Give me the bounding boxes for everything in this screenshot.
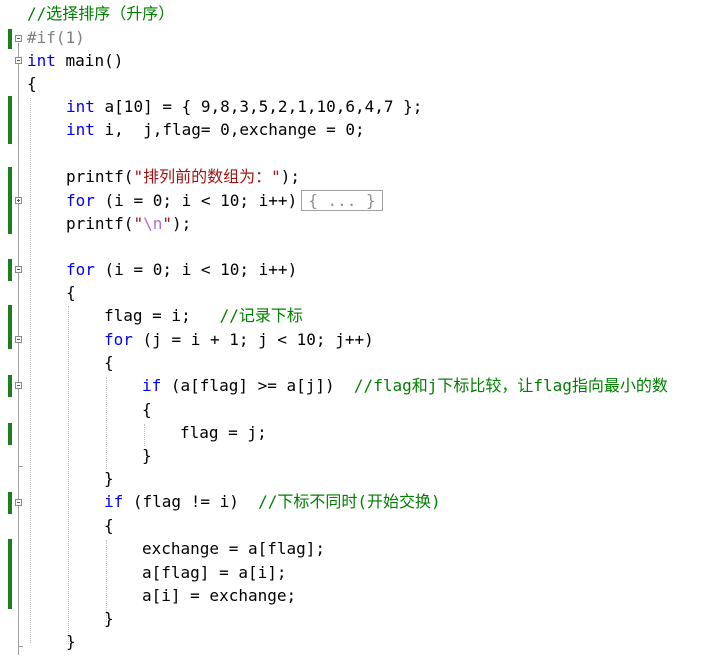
change-marker — [8, 305, 12, 349]
fold-toggle-if-compare[interactable] — [15, 382, 22, 389]
code-token: (flag != i) — [123, 492, 259, 511]
code-token: (i = 0; i < 10; i++) — [94, 191, 298, 210]
code-token: main() — [55, 51, 124, 70]
code-token: \n — [143, 214, 163, 233]
code-token: } — [66, 632, 76, 651]
change-marker — [8, 96, 12, 144]
change-marker — [8, 539, 12, 609]
code-line[interactable]: { — [27, 74, 37, 94]
code-line[interactable]: if (flag != i) //下标不同时(开始交换) — [104, 492, 441, 512]
fold-toggle-outer-for[interactable] — [15, 266, 22, 273]
code-token: ); — [280, 167, 300, 186]
fold-toggle-main[interactable] — [15, 57, 22, 64]
code-line[interactable]: if (a[flag] >= a[j]) //flag和j下标比较，让flag指… — [142, 376, 668, 396]
code-token: exchange = a[flag]; — [142, 539, 326, 558]
fold-toggle-if-swap[interactable] — [15, 499, 22, 506]
code-token: a[i] = exchange; — [142, 586, 297, 605]
code-line[interactable]: for (i = 0; i < 10; i++) — [66, 260, 297, 280]
code-token: //选择排序（升序） — [27, 4, 175, 23]
code-token: if — [142, 376, 162, 395]
code-line[interactable]: for (i = 0; i < 10; i++){ ... } — [66, 190, 383, 211]
code-token: } — [104, 469, 114, 488]
code-token: (i = 0; i < 10; i++) — [94, 260, 298, 279]
code-line[interactable]: { — [104, 516, 114, 536]
code-line[interactable]: #if(1) — [27, 28, 85, 48]
code-line[interactable]: int i, j,flag= 0,exchange = 0; — [66, 120, 365, 140]
expand-toggle-for[interactable] — [15, 197, 22, 204]
change-marker — [8, 29, 12, 49]
code-token: //记录下标 — [219, 306, 303, 325]
code-token: for — [66, 191, 95, 210]
change-marker — [8, 423, 12, 445]
change-marker — [8, 375, 12, 397]
code-line[interactable]: a[flag] = a[i]; — [142, 563, 287, 583]
code-token: int — [66, 120, 95, 139]
code-token: (j = i + 1; j < 10; j++) — [132, 330, 374, 349]
code-token: } — [142, 446, 152, 465]
code-token: a[10] = { 9,8,3,5,2,1,10,6,4,7 }; — [94, 97, 423, 116]
code-line[interactable]: } — [104, 469, 114, 489]
code-token: flag = j; — [180, 423, 267, 442]
code-token: ); — [171, 214, 192, 233]
code-line[interactable]: for (j = i + 1; j < 10; j++) — [104, 330, 374, 350]
change-marker — [8, 167, 12, 234]
code-token: (a[flag] >= a[j]) — [161, 376, 354, 395]
code-line[interactable]: a[i] = exchange; — [142, 586, 296, 606]
code-token: flag = i; — [104, 306, 220, 325]
code-line[interactable]: flag = i; //记录下标 — [104, 306, 303, 326]
code-line[interactable]: printf("\n"); — [66, 214, 191, 234]
code-token: { — [142, 400, 152, 419]
collapsed-block[interactable]: { ... } — [301, 190, 383, 211]
code-line[interactable]: exchange = a[flag]; — [142, 539, 325, 559]
code-line[interactable]: //选择排序（升序） — [27, 4, 174, 24]
code-line[interactable]: int a[10] = { 9,8,3,5,2,1,10,6,4,7 }; — [66, 97, 422, 117]
code-token: { — [27, 74, 37, 93]
code-token: "排列前的数组为：" — [133, 167, 281, 186]
code-line[interactable]: } — [104, 609, 114, 629]
code-line[interactable]: flag = j; — [180, 423, 267, 443]
code-line[interactable]: int main() — [27, 51, 123, 71]
code-token: for — [66, 260, 95, 279]
code-token: { — [104, 353, 114, 372]
code-token: printf( — [66, 167, 134, 186]
code-token: #if(1) — [27, 28, 85, 47]
code-token: //flag和j下标比较，让flag指向最小的数 — [353, 376, 668, 395]
code-token: } — [104, 609, 114, 628]
code-line[interactable]: { — [142, 400, 152, 420]
change-marker — [8, 259, 12, 281]
code-line[interactable]: { — [66, 283, 76, 303]
code-token: " — [162, 214, 172, 233]
code-line[interactable]: } — [142, 446, 152, 466]
code-token: for — [104, 330, 133, 349]
code-token: i, j,flag= 0,exchange = 0; — [94, 120, 365, 139]
code-token: { — [104, 516, 114, 535]
code-line[interactable]: { — [104, 353, 114, 373]
fold-toggle-if[interactable] — [15, 35, 22, 42]
code-token: int — [27, 51, 56, 70]
code-token: { — [66, 283, 76, 302]
code-token: int — [66, 97, 95, 116]
code-token: //下标不同时(开始交换) — [258, 492, 441, 511]
code-token: a[flag] = a[i]; — [142, 563, 287, 582]
code-line[interactable]: } — [66, 632, 76, 652]
code-token: printf( — [66, 214, 134, 233]
code-token: " — [133, 214, 144, 233]
code-line[interactable]: printf("排列前的数组为："); — [66, 167, 300, 187]
change-marker — [8, 492, 12, 514]
code-token: if — [104, 492, 124, 511]
fold-toggle-inner-for[interactable] — [15, 336, 22, 343]
